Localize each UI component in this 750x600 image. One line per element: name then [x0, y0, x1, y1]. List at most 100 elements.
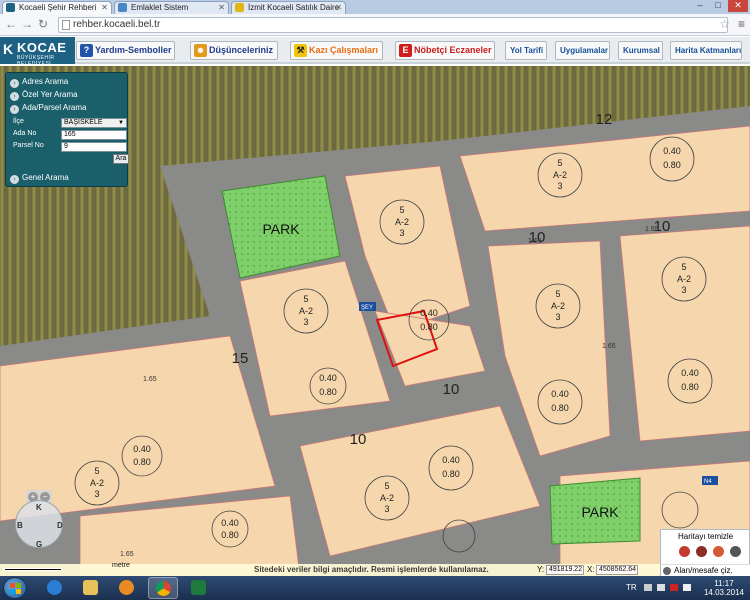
reload-icon[interactable]: ↻ — [36, 17, 50, 31]
clock[interactable]: 11:17 14.03.2014 — [700, 579, 748, 597]
map-label-zone: A-2 — [553, 170, 567, 180]
site-favicon-icon — [118, 3, 127, 12]
yol-tarifi-button[interactable]: Yol Tarifi — [505, 41, 547, 60]
browser-menu-icon[interactable]: ≡ — [738, 17, 745, 31]
map-label-ratio-bottom: 0.80 — [663, 160, 681, 170]
ozel-yer-arama-item[interactable]: › Özel Yer Arama — [10, 90, 78, 101]
start-button[interactable] — [3, 577, 27, 599]
kazi-calismalari-button[interactable]: ⚒ Kazı Çalışmaları — [290, 41, 383, 60]
harita-katmanlari-button[interactable]: Harita Katmanları — [670, 41, 742, 60]
map-label-ratio-top: 0.40 — [221, 518, 239, 528]
url-input[interactable]: rehber.kocaeli.bel.tr — [58, 17, 728, 33]
map-label-ratio-top: 0.40 — [663, 146, 681, 156]
map-label-zone: A-2 — [90, 478, 104, 488]
media-player-icon — [119, 580, 134, 595]
taskbar-chrome[interactable] — [148, 577, 178, 599]
clear-map-title: Haritayı temizle — [678, 532, 734, 541]
notification-flag-icon[interactable] — [644, 584, 652, 591]
kurumsal-button[interactable]: Kurumsal — [618, 41, 663, 60]
button-label: Uygulamalar — [560, 46, 609, 55]
measure-tool[interactable]: Alan/mesafe çiz. — [661, 564, 750, 576]
pan-north-button[interactable]: K — [36, 503, 42, 512]
ada-parsel-arama-item[interactable]: › Ada/Parsel Arama — [10, 103, 86, 114]
map-label-floors: 3 — [555, 312, 560, 322]
draw-line-icon[interactable] — [696, 546, 707, 557]
button-label: Harita Katmanları — [675, 46, 742, 55]
ada-value: 165 — [64, 131, 76, 138]
map-label-ratio-bottom: 0.80 — [133, 457, 151, 467]
pan-east-button[interactable]: D — [57, 521, 63, 530]
map-label-gap: 5 — [399, 205, 404, 215]
parsel-input[interactable]: 9 — [61, 142, 127, 152]
map-label-ratio-bottom: 0.80 — [681, 382, 699, 392]
map-label-floors: 3 — [94, 489, 99, 499]
warning-icon[interactable] — [670, 584, 678, 591]
chevron-up-icon: › — [10, 105, 19, 114]
map-label-zone: A-2 — [299, 306, 313, 316]
bookmark-star-icon[interactable]: ☆ — [719, 17, 730, 31]
minimize-button[interactable]: – — [692, 0, 708, 12]
button-label: Yardım-Semboller — [95, 45, 172, 55]
kocaeli-logo[interactable]: K KOCAE BÜYÜKŞEHİR BELEDİYESİ — [0, 37, 75, 67]
close-icon[interactable]: ✕ — [335, 2, 342, 13]
pan-control[interactable]: K G D B — [9, 494, 69, 554]
road-width-label: 10 — [443, 381, 460, 398]
ara-button[interactable]: Ara — [113, 154, 129, 164]
clock-date: 14.03.2014 — [703, 588, 745, 597]
logo-mark: K — [3, 41, 14, 57]
close-icon[interactable]: ✕ — [101, 2, 108, 13]
ilce-select[interactable]: BAŞİSKELE ▼ — [61, 118, 127, 128]
chevron-down-icon: › — [10, 92, 19, 101]
tab-izmit-satilik-daire[interactable]: İzmit Kocaeli Satılık Daire ✕ — [231, 1, 346, 14]
measure-label: Alan/mesafe çiz. — [674, 566, 733, 575]
yardim-semboller-button[interactable]: ? Yardım-Semboller — [76, 41, 175, 60]
button-label: Düşünceleriniz — [209, 45, 274, 55]
tab-label: Kocaeli Şehir Rehberi — [19, 3, 97, 12]
pan-south-button[interactable]: G — [36, 540, 42, 549]
maximize-button[interactable]: □ — [710, 0, 726, 12]
map-label-ratio-top: 0.40 — [319, 373, 337, 383]
tab-emlaklet-sistem[interactable]: Emlaklet Sistem ✕ — [114, 1, 229, 14]
scale-label: metre — [112, 562, 130, 569]
ada-input[interactable]: 165 — [61, 130, 127, 140]
pan-west-button[interactable]: B — [17, 521, 23, 530]
excel-icon — [191, 580, 206, 595]
map-label-gap: 5 — [384, 481, 389, 491]
ilce-value: BAŞİSKELE — [64, 119, 103, 126]
map-label-zone: A-2 — [380, 493, 394, 503]
language-indicator[interactable]: TR — [626, 583, 637, 592]
road-width-label: 12 — [596, 111, 613, 128]
tab-kocaeli-sehir-rehberi[interactable]: Kocaeli Şehir Rehberi ✕ — [2, 1, 112, 14]
uygulamalar-button[interactable]: Uygulamalar — [555, 41, 610, 60]
menu-label: Özel Yer Arama — [22, 90, 78, 99]
interval-label: 1.65 — [602, 343, 616, 350]
draw-point-icon[interactable] — [679, 546, 690, 557]
network-icon[interactable] — [657, 584, 665, 591]
menu-label: Genel Arama — [22, 173, 69, 182]
pharmacy-icon: E — [399, 44, 412, 57]
scale-bar — [4, 568, 62, 571]
eraser-icon[interactable] — [730, 546, 741, 557]
map-label-park: PARK — [581, 504, 619, 520]
map-label-zone: A-2 — [677, 274, 691, 284]
close-window-button[interactable]: ✕ — [728, 0, 748, 12]
taskbar-excel[interactable] — [184, 577, 214, 599]
adres-arama-item[interactable]: › Adres Arama — [10, 77, 68, 88]
taskbar-file-explorer[interactable] — [76, 577, 106, 599]
back-arrow-icon[interactable]: ← — [4, 17, 18, 31]
genel-arama-item[interactable]: › Genel Arama — [10, 173, 69, 184]
x-coordinate-value: 4508562.64 — [596, 565, 638, 575]
map-label-gap: 5 — [94, 466, 99, 476]
map-label-ratio-bottom: 0.80 — [221, 530, 239, 540]
excavation-icon: ⚒ — [294, 44, 307, 57]
close-icon[interactable]: ✕ — [218, 2, 225, 13]
button-label: Kurumsal — [623, 46, 660, 55]
taskbar-internet-explorer[interactable] — [40, 577, 70, 599]
nobetci-eczaneler-button[interactable]: E Nöbetçi Eczaneler — [395, 41, 495, 60]
forward-arrow-icon[interactable]: → — [20, 17, 34, 31]
dusunceleriniz-button[interactable]: ☻ Düşünceleriniz — [190, 41, 278, 60]
draw-area-icon[interactable] — [713, 546, 724, 557]
y-coordinate-label: Y: — [537, 565, 545, 574]
volume-icon[interactable] — [683, 584, 691, 591]
taskbar-media-player[interactable] — [112, 577, 142, 599]
